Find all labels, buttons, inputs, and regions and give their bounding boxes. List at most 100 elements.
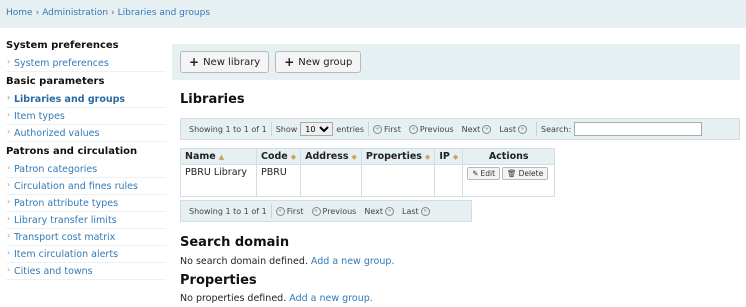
add-search-group-link[interactable]: Add a new group. xyxy=(311,256,395,267)
first-label: First xyxy=(286,206,304,216)
show-label: Show xyxy=(275,124,298,134)
first-page-button[interactable]: «First xyxy=(373,124,401,134)
libraries-heading: Libraries xyxy=(180,92,245,107)
cell-address xyxy=(300,164,362,197)
sidebar-item-cities-and-towns[interactable]: Cities and towns xyxy=(6,263,166,280)
search-input[interactable] xyxy=(574,122,703,136)
new-group-label: New group xyxy=(298,56,353,68)
previous-label: Previous xyxy=(419,124,454,134)
new-library-button[interactable]: + New library xyxy=(180,51,270,73)
table-info-text: Showing 1 to 1 of 1 xyxy=(189,206,267,216)
sidebar-item-circulation-and-fines-rules[interactable]: Circulation and fines rules xyxy=(6,178,166,195)
sidebar-group-basic-parameters: Basic parameters Libraries and groups It… xyxy=(6,76,166,142)
column-label: IP xyxy=(439,151,450,162)
properties-heading: Properties xyxy=(180,273,257,288)
sidebar-item-transport-cost-matrix[interactable]: Transport cost matrix xyxy=(6,229,166,246)
length-control: Show 10 entries xyxy=(272,122,370,136)
table-info: Showing 1 to 1 of 1 xyxy=(185,122,272,136)
first-label: First xyxy=(384,124,401,134)
sidebar-item-patron-attribute-types[interactable]: Patron attribute types xyxy=(6,195,166,212)
previous-page-button[interactable]: «Previous xyxy=(408,124,454,134)
plus-icon: + xyxy=(189,55,200,69)
next-page-button[interactable]: Next» xyxy=(461,124,492,134)
sidebar-group-system-preferences: System preferences System preferences xyxy=(6,40,166,72)
sort-asc-icon: ▲ xyxy=(218,153,225,161)
new-library-label: New library xyxy=(203,56,261,68)
column-header-address[interactable]: Address ◆ xyxy=(300,148,362,165)
add-properties-group-link[interactable]: Add a new group. xyxy=(289,293,373,304)
search-domain-message: No search domain defined. Add a new grou… xyxy=(180,256,394,267)
pagination-bottom: «First «Previous Next» Last» xyxy=(272,204,439,218)
table-row: PBRU Library PBRU ✎ Edit 🗑 Delete xyxy=(180,164,556,197)
column-label: Name xyxy=(185,151,216,162)
table-header-row: Name ▲ Code ◆ Address ◆ Properties ◆ IP ◆ Act… xyxy=(180,148,556,165)
last-label: Last xyxy=(401,206,419,216)
previous-icon: « xyxy=(311,206,321,216)
table-info-text: Showing 1 to 1 of 1 xyxy=(189,124,267,134)
sort-icon: ◆ xyxy=(452,153,459,161)
sidebar-item-libraries-and-groups[interactable]: Libraries and groups xyxy=(6,91,166,108)
breadcrumb: Home › Administration › Libraries and groups xyxy=(0,0,746,28)
first-page-button[interactable]: «First xyxy=(275,206,304,216)
sidebar-heading: Basic parameters xyxy=(6,76,105,87)
table-controls-bottom: Showing 1 to 1 of 1 «First «Previous Nex… xyxy=(180,200,472,222)
next-page-button[interactable]: Next» xyxy=(364,206,394,216)
new-group-button[interactable]: + New group xyxy=(275,51,362,73)
last-label: Last xyxy=(499,124,516,134)
column-header-properties[interactable]: Properties ◆ xyxy=(360,148,436,165)
sort-icon: ◆ xyxy=(424,153,431,161)
breadcrumb-home[interactable]: Home xyxy=(6,8,33,18)
delete-label: Delete xyxy=(518,169,544,178)
search-domain-text: No search domain defined. xyxy=(180,256,308,267)
sidebar-item-library-transfer-limits[interactable]: Library transfer limits xyxy=(6,212,166,229)
edit-label: Edit xyxy=(480,169,496,178)
sidebar-heading: Patrons and circulation xyxy=(6,146,138,157)
properties-text: No properties defined. xyxy=(180,293,287,304)
search-domain-heading: Search domain xyxy=(180,235,290,250)
edit-button[interactable]: ✎ Edit xyxy=(467,167,501,180)
delete-button[interactable]: 🗑 Delete xyxy=(502,167,549,180)
column-label: Properties xyxy=(365,151,422,162)
first-icon: « xyxy=(373,124,383,134)
previous-page-button[interactable]: «Previous xyxy=(311,206,357,216)
column-header-code[interactable]: Code ◆ xyxy=(255,148,302,165)
cell-name: PBRU Library xyxy=(180,164,257,197)
column-label: Code xyxy=(261,151,288,162)
sidebar-group-patrons-and-circulation: Patrons and circulation Patron categorie… xyxy=(6,146,166,280)
sort-icon: ◆ xyxy=(351,153,357,161)
sidebar-item-system-preferences[interactable]: System preferences xyxy=(6,55,166,72)
search-label: Search: xyxy=(540,124,572,134)
next-label: Next xyxy=(461,124,481,134)
sort-icon: ◆ xyxy=(290,153,297,161)
last-page-button[interactable]: Last» xyxy=(499,124,527,134)
column-label: Actions xyxy=(488,151,529,162)
first-icon: « xyxy=(275,206,285,216)
column-header-ip[interactable]: IP ◆ xyxy=(434,148,464,165)
sidebar-nav: System preferences System preferences Ba… xyxy=(6,40,166,284)
column-label: Address xyxy=(305,151,349,162)
sidebar-item-item-circulation-alerts[interactable]: Item circulation alerts xyxy=(6,246,166,263)
sidebar-item-item-types[interactable]: Item types xyxy=(6,108,166,125)
plus-icon: + xyxy=(284,55,295,69)
pagination-top: «First «Previous Next» Last» xyxy=(369,122,537,136)
cell-code: PBRU xyxy=(255,164,302,197)
next-label: Next xyxy=(364,206,383,216)
breadcrumb-separator: › xyxy=(35,8,40,18)
breadcrumb-separator: › xyxy=(111,8,115,18)
sidebar-item-authorized-values[interactable]: Authorized values xyxy=(6,125,166,142)
next-icon: » xyxy=(384,206,394,216)
next-icon: » xyxy=(482,124,492,134)
cell-properties xyxy=(360,164,436,197)
table-controls-top: Showing 1 to 1 of 1 Show 10 entries «Fir… xyxy=(180,118,740,140)
last-page-button[interactable]: Last» xyxy=(401,206,430,216)
column-header-name[interactable]: Name ▲ xyxy=(180,148,257,165)
last-icon: » xyxy=(420,206,430,216)
breadcrumb-administration[interactable]: Administration xyxy=(42,8,108,18)
sidebar-item-patron-categories[interactable]: Patron categories xyxy=(6,161,166,178)
trash-icon: 🗑 xyxy=(507,169,517,178)
entries-select[interactable]: 10 xyxy=(300,122,334,136)
previous-label: Previous xyxy=(322,206,357,216)
breadcrumb-current: Libraries and groups xyxy=(117,8,211,18)
toolbar: + New library + New group xyxy=(172,44,740,80)
sidebar-heading: System preferences xyxy=(6,40,119,51)
